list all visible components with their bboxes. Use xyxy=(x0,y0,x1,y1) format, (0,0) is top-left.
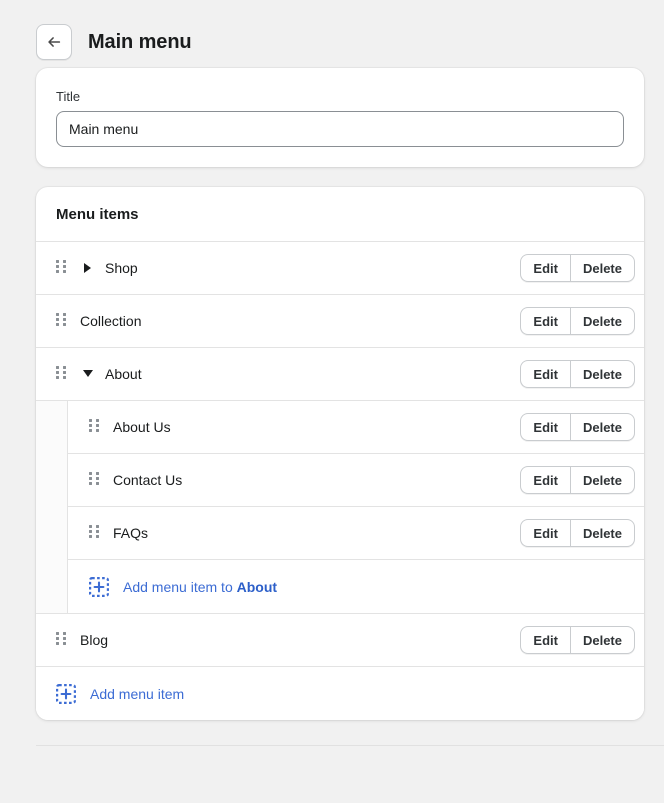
delete-button[interactable]: Delete xyxy=(569,360,635,389)
footer-divider xyxy=(36,745,664,746)
menu-item-label: Contact Us xyxy=(113,472,183,489)
delete-button[interactable]: Delete xyxy=(569,254,635,283)
add-nested-prefix: Add menu item to xyxy=(123,578,237,595)
edit-button[interactable]: Edit xyxy=(520,466,570,495)
edit-button[interactable]: Edit xyxy=(520,626,570,655)
edit-button[interactable]: Edit xyxy=(520,307,570,336)
nested-menu-item-row[interactable]: Contact Us Edit Delete xyxy=(67,454,644,508)
row-actions: Edit Delete xyxy=(520,466,635,495)
menu-item-label: Collection xyxy=(80,313,142,330)
row-actions: Edit Delete xyxy=(520,519,635,548)
nested-menu-item-row[interactable]: FAQs Edit Delete xyxy=(67,507,644,561)
row-actions: Edit Delete xyxy=(520,307,635,336)
title-input[interactable] xyxy=(56,111,624,148)
drag-handle-icon[interactable] xyxy=(89,419,99,435)
edit-button[interactable]: Edit xyxy=(520,254,570,283)
menu-item-row[interactable]: About Edit Delete xyxy=(36,348,644,402)
nested-menu-items: About Us Edit Delete Contact Us Edit Del… xyxy=(36,401,644,615)
menu-item-label: Blog xyxy=(80,632,109,649)
add-square-icon xyxy=(89,576,109,597)
caret-right-icon[interactable] xyxy=(80,260,96,276)
menu-item-label: FAQs xyxy=(113,525,149,542)
drag-handle-icon[interactable] xyxy=(56,632,66,648)
edit-button[interactable]: Edit xyxy=(520,360,570,389)
edit-button[interactable]: Edit xyxy=(520,519,570,548)
title-field-group: Title xyxy=(36,68,644,167)
menu-editor-page: Main menu Title Menu items Shop Edit xyxy=(0,0,664,803)
row-actions: Edit Delete xyxy=(520,360,635,389)
add-nested-menu-item-button[interactable]: Add menu item to About xyxy=(67,560,644,614)
menu-items-card: Menu items Shop Edit Delete Collection E… xyxy=(36,187,644,721)
menu-items-list: Shop Edit Delete Collection Edit Delete xyxy=(36,242,644,721)
menu-item-row[interactable]: Collection Edit Delete xyxy=(36,295,644,349)
row-actions: Edit Delete xyxy=(520,413,635,442)
delete-button[interactable]: Delete xyxy=(569,466,635,495)
row-actions: Edit Delete xyxy=(520,626,635,655)
title-card: Title xyxy=(36,68,644,168)
page-title: Main menu xyxy=(88,30,192,53)
drag-handle-icon[interactable] xyxy=(89,525,99,541)
arrow-left-icon xyxy=(45,33,63,51)
add-menu-item-label: Add menu item xyxy=(90,685,185,702)
menu-item-row[interactable]: Shop Edit Delete xyxy=(36,242,644,296)
menu-item-label: Shop xyxy=(105,260,138,277)
drag-handle-icon[interactable] xyxy=(89,472,99,488)
menu-items-heading: Menu items xyxy=(36,187,644,243)
add-square-icon xyxy=(56,683,76,704)
delete-button[interactable]: Delete xyxy=(569,413,635,442)
edit-button[interactable]: Edit xyxy=(520,413,570,442)
drag-handle-icon[interactable] xyxy=(56,366,66,382)
delete-button[interactable]: Delete xyxy=(569,519,635,548)
drag-handle-icon[interactable] xyxy=(56,313,66,329)
add-nested-menu-item-label: Add menu item to About xyxy=(123,580,277,594)
card-spacer xyxy=(0,167,664,187)
page-header: Main menu xyxy=(0,0,664,68)
delete-button[interactable]: Delete xyxy=(569,307,635,336)
row-actions: Edit Delete xyxy=(520,254,635,283)
nested-menu-item-row[interactable]: About Us Edit Delete xyxy=(67,401,644,455)
title-field-label: Title xyxy=(56,89,81,104)
menu-item-row[interactable]: Blog Edit Delete xyxy=(36,614,644,668)
delete-button[interactable]: Delete xyxy=(569,626,635,655)
back-button[interactable] xyxy=(36,23,72,60)
drag-handle-icon[interactable] xyxy=(56,260,66,276)
add-nested-target: About xyxy=(236,578,278,595)
menu-item-label: About Us xyxy=(113,419,171,436)
caret-down-icon[interactable] xyxy=(80,366,96,382)
add-menu-item-button[interactable]: Add menu item xyxy=(36,667,644,721)
menu-item-label: About xyxy=(105,366,142,383)
